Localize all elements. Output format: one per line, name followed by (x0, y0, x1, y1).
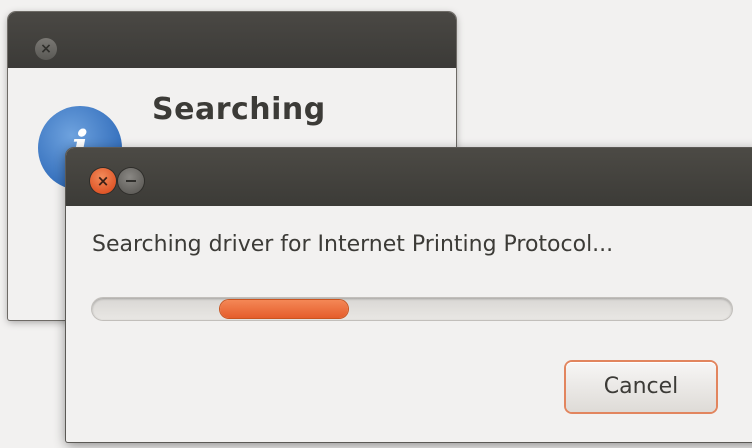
close-icon[interactable]: × (90, 168, 116, 194)
progress-bar (92, 298, 732, 320)
background-titlebar: × (8, 12, 456, 68)
minimize-icon[interactable] (118, 168, 144, 194)
background-close-icon[interactable]: × (35, 38, 57, 60)
progress-message: Searching driver for Internet Printing P… (92, 232, 614, 257)
progress-pulse (220, 300, 348, 318)
progress-dialog: × Searching driver for Internet Printing… (66, 148, 752, 442)
progress-titlebar: × (66, 148, 752, 206)
cancel-button[interactable]: Cancel (566, 362, 716, 412)
background-dialog-title: Searching (152, 92, 326, 127)
minimize-dash (126, 180, 136, 182)
